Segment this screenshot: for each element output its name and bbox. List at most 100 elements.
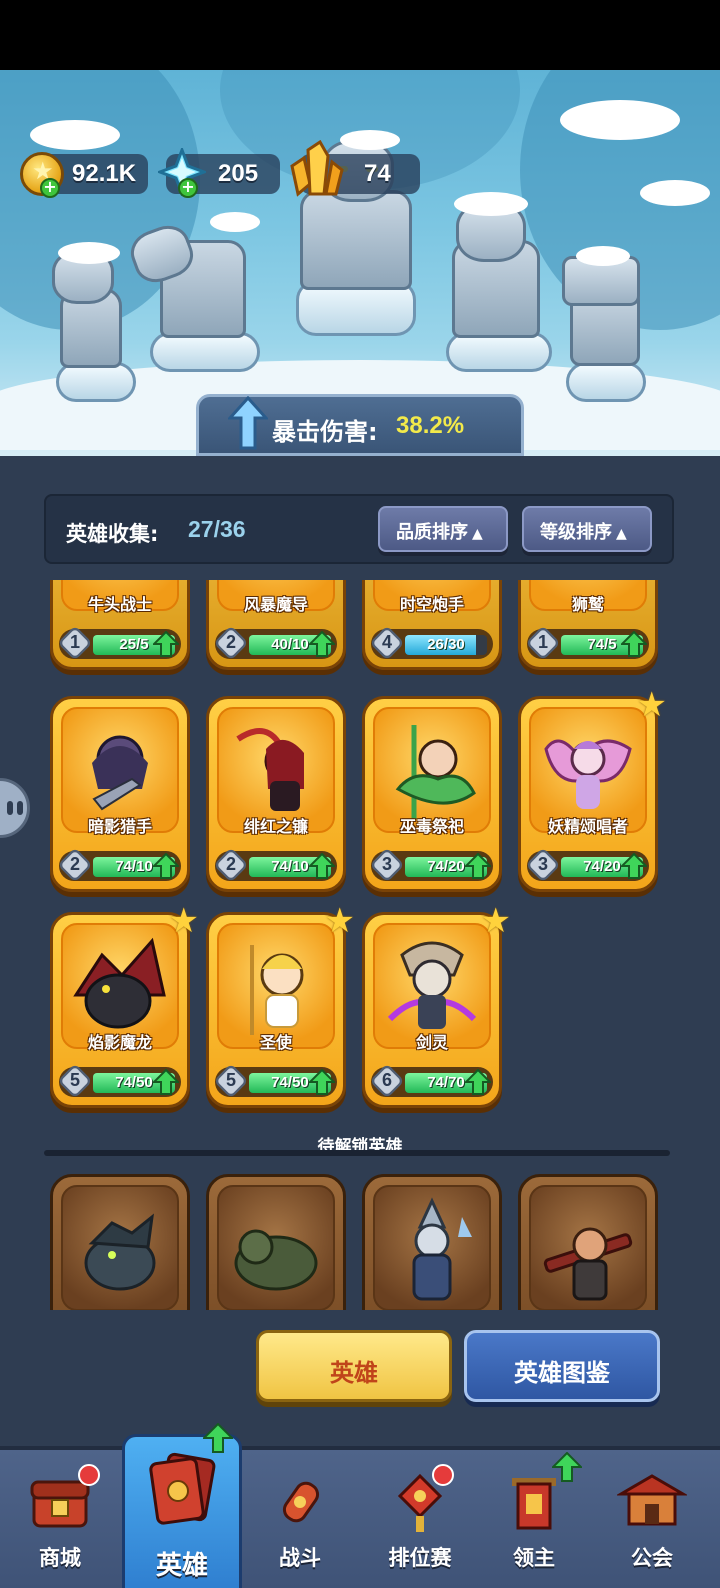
hero-name: 牛头战士 bbox=[87, 595, 152, 614]
hero-shard-progress: 5 74/50 bbox=[213, 1063, 337, 1099]
beast-portrait-icon bbox=[234, 1229, 318, 1291]
locked-hero-card[interactable] bbox=[362, 1174, 502, 1310]
nav-shop-label: 商城 bbox=[39, 1546, 81, 1570]
hero-card[interactable]: ★ 焰影魔龙 5 74/50 bbox=[50, 901, 199, 1108]
hero-portrait-icon bbox=[387, 941, 477, 1029]
hero-tab-button[interactable]: 英雄 bbox=[256, 1330, 452, 1402]
upgrade-arrow-icon bbox=[309, 631, 335, 657]
hero-level: 2 bbox=[225, 632, 236, 652]
star-icon: ★ bbox=[480, 901, 511, 941]
hero-portrait-icon bbox=[236, 728, 304, 811]
hero-card[interactable]: 巫毒祭祀 3 74/20 bbox=[362, 696, 502, 892]
hero-name: 焰影魔龙 bbox=[87, 1033, 152, 1052]
hero-card[interactable]: 暗影猎手 2 74/10 bbox=[50, 696, 190, 892]
hero-shard-progress: 2 74/10 bbox=[57, 847, 181, 883]
star-icon: ★ bbox=[324, 901, 355, 941]
nav-lord-label: 领主 bbox=[513, 1546, 555, 1570]
hero-card[interactable]: 风暴魔导 2 40/10 bbox=[206, 580, 346, 670]
battle-rocket-icon bbox=[282, 1481, 320, 1523]
nav-ranked-label: 排位赛 bbox=[388, 1546, 452, 1570]
hero-shard-progress: 6 74/70 bbox=[369, 1063, 493, 1099]
divider bbox=[44, 1150, 670, 1156]
hero-grid[interactable]: 牛头战士 1 25/5 风暴魔导 2 40/10 时空炮手 4 26/30 狮鹫 1 74/5 暗影猎手… bbox=[40, 580, 680, 1115]
hero-level: 2 bbox=[69, 854, 80, 874]
hero-shard-progress: 1 25/5 bbox=[57, 625, 181, 661]
hero-shard-progress: 2 74/10 bbox=[213, 847, 337, 883]
hero-card[interactable]: 牛头战士 1 25/5 bbox=[50, 580, 190, 670]
shard-bar: 26/30 bbox=[405, 635, 487, 655]
hero-level: 2 bbox=[225, 854, 236, 874]
collection-label: 英雄收集: bbox=[66, 522, 159, 546]
hero-portrait-icon bbox=[395, 725, 476, 819]
hero-level: 5 bbox=[69, 1070, 80, 1090]
hero-name: 妖精颂唱者 bbox=[547, 817, 628, 836]
upgrade-arrow-icon bbox=[153, 853, 179, 879]
sort-quality-label: 品质排序 bbox=[396, 522, 468, 543]
nav-shop[interactable]: 商城 bbox=[0, 1450, 120, 1588]
hero-portrait-icon bbox=[73, 937, 166, 1029]
hero-level: 5 bbox=[225, 1070, 236, 1090]
hero-name: 巫毒祭祀 bbox=[399, 817, 464, 836]
hero-codex-button[interactable]: 英雄图鉴 bbox=[464, 1330, 660, 1402]
hero-shard-progress: 5 74/50 bbox=[57, 1063, 181, 1099]
sort-level-label: 等级排序 bbox=[540, 522, 612, 543]
hero-shard-progress: 3 74/20 bbox=[525, 847, 649, 883]
hero-name: 狮鹫 bbox=[571, 595, 604, 614]
hero-shard-progress: 1 74/5 bbox=[525, 625, 649, 661]
locked-hero-card[interactable] bbox=[50, 1174, 190, 1310]
sort-quality-button[interactable]: 品质排序 ▲ bbox=[378, 506, 508, 552]
nav-battle[interactable]: 战斗 bbox=[240, 1450, 360, 1588]
star-icon: ★ bbox=[168, 901, 199, 941]
hero-card[interactable]: 狮鹫 1 74/5 bbox=[518, 580, 658, 670]
gem-amount: 205 bbox=[218, 160, 259, 187]
hero-card[interactable]: 时空炮手 4 26/30 bbox=[362, 580, 502, 670]
crit-damage-value: 38.2% bbox=[396, 412, 465, 439]
triangle-up-icon: ▲ bbox=[472, 526, 483, 542]
nav-heroes-label: 英雄 bbox=[155, 1551, 208, 1581]
upgrade-arrow-icon bbox=[309, 1069, 335, 1095]
nav-ranked[interactable]: 排位赛 bbox=[360, 1450, 480, 1588]
hero-card[interactable]: ★ 剑灵 6 74/70 bbox=[362, 901, 511, 1108]
upgrade-arrow-icon bbox=[153, 631, 179, 657]
crystal-icon bbox=[290, 140, 344, 197]
locked-hero-card[interactable] bbox=[518, 1174, 658, 1310]
dragon-portrait-icon bbox=[84, 1213, 156, 1291]
crystal-amount: 74 bbox=[364, 160, 391, 187]
nav-heroes[interactable]: 英雄 bbox=[122, 1423, 242, 1588]
sort-level-button[interactable]: 等级排序 ▲ bbox=[522, 506, 652, 552]
hero-name: 暗影猎手 bbox=[87, 817, 152, 836]
hero-level: 1 bbox=[69, 632, 80, 652]
shard-count: 26/30 bbox=[427, 636, 465, 653]
add-gold-icon[interactable]: + bbox=[40, 178, 60, 198]
upgrade-arrow-icon bbox=[203, 1423, 233, 1453]
status-bar bbox=[0, 0, 720, 70]
guild-temple-icon bbox=[617, 1474, 687, 1526]
hero-portrait-icon bbox=[250, 945, 304, 1035]
hero-name: 绯红之镰 bbox=[243, 817, 308, 836]
nav-lord[interactable]: 领主 bbox=[474, 1450, 594, 1588]
star-icon: ★ bbox=[636, 685, 667, 725]
upgrade-arrow-icon bbox=[465, 1069, 491, 1095]
hero-portrait-icon bbox=[544, 739, 632, 809]
hero-name: 时空炮手 bbox=[399, 595, 464, 614]
hero-level: 3 bbox=[381, 854, 392, 874]
hero-shard-progress: 4 26/30 bbox=[369, 625, 493, 661]
hero-name: 风暴魔导 bbox=[243, 595, 308, 614]
ice-mage-portrait-icon bbox=[412, 1197, 472, 1301]
upgrade-arrow-icon bbox=[621, 853, 647, 879]
locked-hero-grid[interactable] bbox=[40, 1170, 680, 1310]
locked-hero-card[interactable] bbox=[206, 1174, 346, 1310]
crit-damage-label: 暴击伤害: bbox=[272, 418, 378, 446]
upgrade-arrow-icon bbox=[621, 631, 647, 657]
hero-card[interactable]: 绯红之镰 2 74/10 bbox=[206, 696, 346, 892]
hero-level: 3 bbox=[537, 854, 548, 874]
hero-card[interactable]: ★ 妖精颂唱者 3 74/20 bbox=[518, 685, 667, 892]
hero-card[interactable]: ★ 圣使 5 74/50 bbox=[206, 901, 355, 1108]
nav-guild-label: 公会 bbox=[631, 1546, 673, 1570]
nav-battle-label: 战斗 bbox=[279, 1546, 321, 1570]
hero-shard-progress: 3 74/20 bbox=[369, 847, 493, 883]
hero-shard-progress: 2 40/10 bbox=[213, 625, 337, 661]
nav-guild[interactable]: 公会 bbox=[592, 1450, 712, 1588]
add-gem-icon[interactable]: + bbox=[178, 178, 198, 198]
hero-level: 1 bbox=[537, 632, 548, 652]
